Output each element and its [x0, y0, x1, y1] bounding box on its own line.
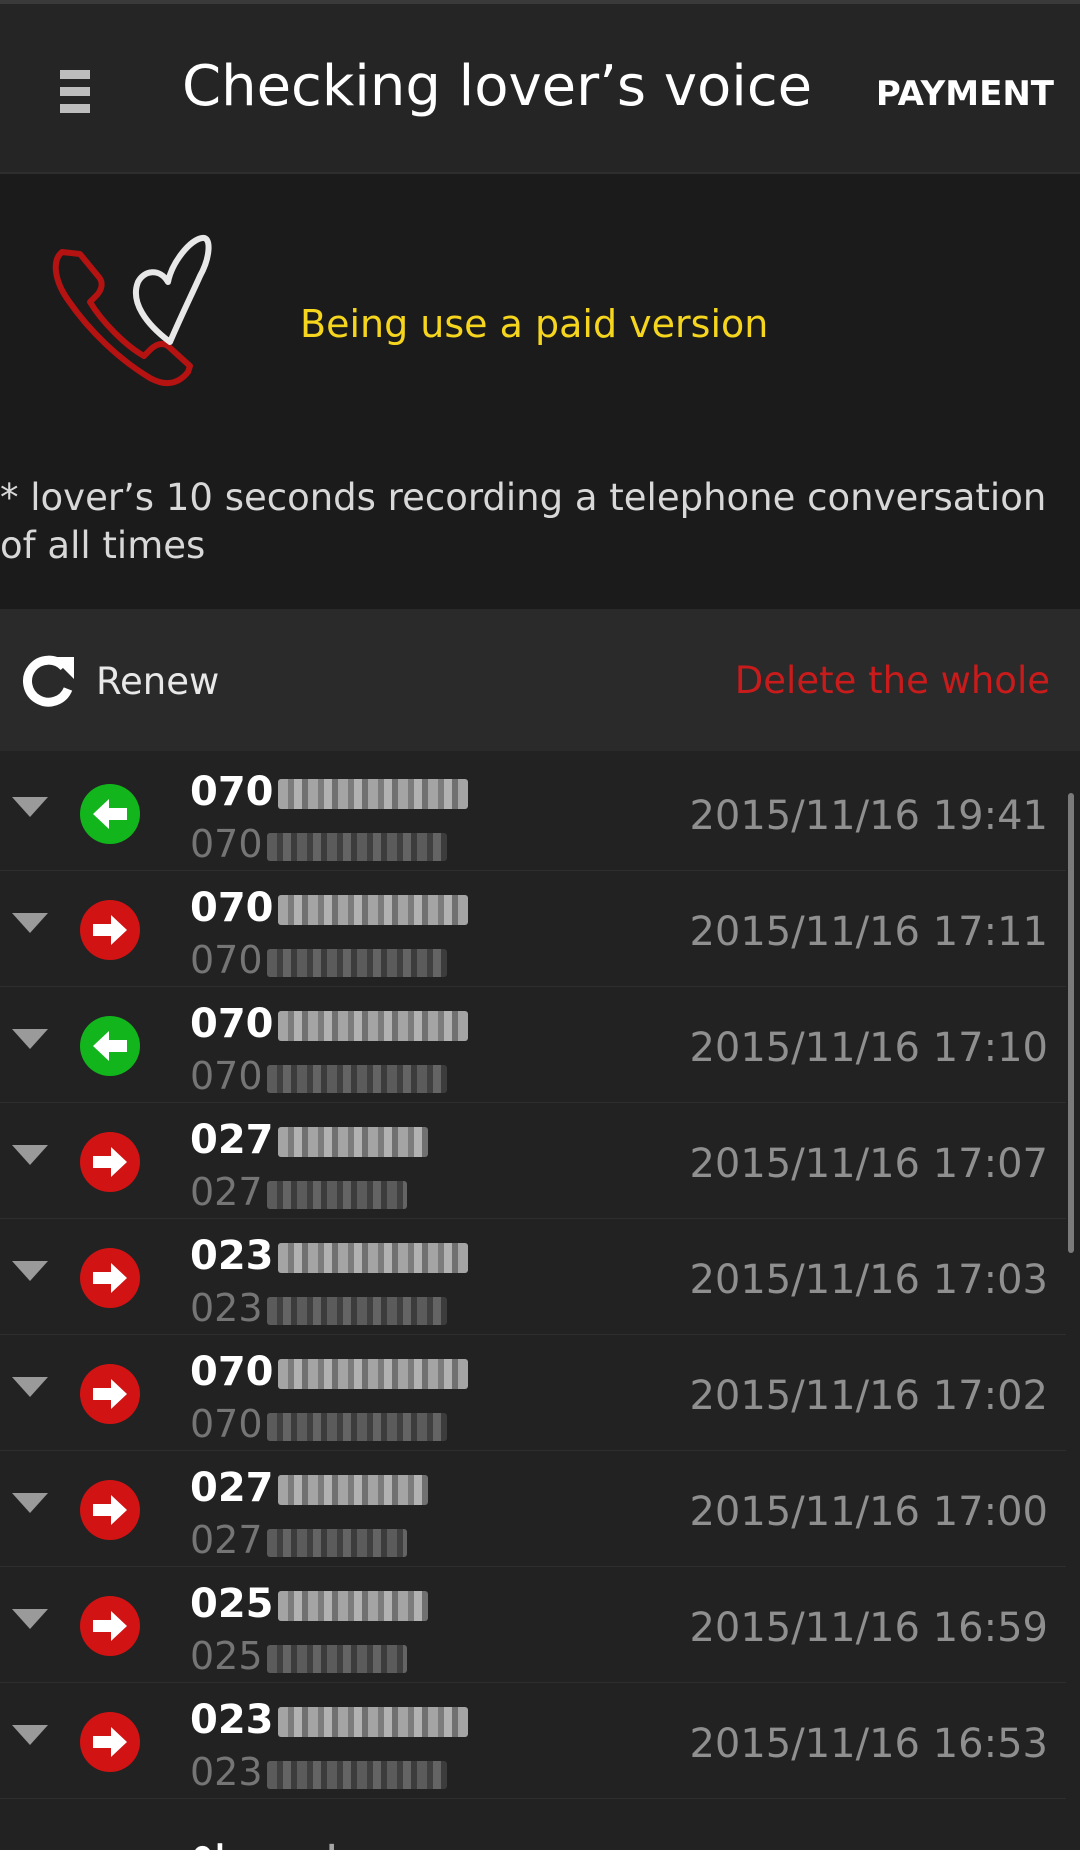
redacted-digits: [266, 1644, 407, 1673]
redacted-digits: [266, 1412, 447, 1441]
redacted-digits: [266, 1528, 407, 1557]
call-timestamp: 2015/11/16 19:41: [689, 793, 1048, 839]
call-timestamp: 2015/11/16 17:03: [689, 1257, 1048, 1303]
call-row[interactable]: 070 070 2015/11/16 17:02: [0, 1335, 1066, 1451]
call-number: 070: [190, 1001, 468, 1047]
expand-chevron-icon[interactable]: [12, 913, 48, 933]
expand-chevron-icon[interactable]: [12, 797, 48, 817]
outgoing-call-icon: [80, 1248, 140, 1308]
call-timestamp: 2015/11/16 16:53: [689, 1721, 1048, 1767]
recording-note: * lover’s 10 seconds recording a telepho…: [0, 476, 1047, 567]
call-number: 070: [190, 1349, 468, 1395]
call-timestamp: 2015/11/16 17:02: [689, 1373, 1048, 1419]
call-number-secondary: 023: [190, 1286, 447, 1330]
call-row[interactable]: 027 027 2015/11/16 17:07: [0, 1103, 1066, 1219]
redacted-digits: [266, 832, 447, 861]
redacted-digits: [266, 1296, 447, 1325]
call-timestamp: 2015/11/16 17:10: [689, 1025, 1048, 1071]
call-number-secondary: 070: [190, 1054, 447, 1098]
promo-panel: Being use a paid version * lover’s 10 se…: [0, 174, 1080, 608]
call-row[interactable]: 070 070 2015/11/16 17:10: [0, 987, 1066, 1103]
toolbar: Renew Delete the whole: [0, 609, 1080, 751]
expand-chevron-icon[interactable]: [12, 1725, 48, 1745]
incoming-call-icon: [80, 1016, 140, 1076]
call-timestamp: 2015/11/16 17:07: [689, 1141, 1048, 1187]
outgoing-call-icon: [80, 1596, 140, 1656]
redacted-digits: [277, 1475, 428, 1505]
call-number: 023: [190, 1697, 468, 1743]
call-timestamp: 2015/11/16 16:59: [689, 1605, 1048, 1651]
hamburger-menu-icon[interactable]: [60, 70, 90, 116]
list-scrollbar[interactable]: [1068, 793, 1074, 1253]
call-row[interactable]: 070 070 2015/11/16 17:11: [0, 871, 1066, 987]
call-row[interactable]: 023 023 2015/11/16 17:03: [0, 1219, 1066, 1335]
redacted-digits: [277, 895, 468, 925]
call-number-secondary: 027: [190, 1170, 407, 1214]
redacted-digits: [277, 1359, 468, 1389]
payment-button[interactable]: PAYMENT: [876, 74, 1054, 114]
redacted-digits: [277, 1011, 468, 1041]
call-number-secondary: 025: [190, 1634, 407, 1678]
outgoing-call-icon: [80, 1480, 140, 1540]
redacted-digits: [277, 1127, 428, 1157]
page-title: Checking lover’s voice: [182, 54, 813, 119]
call-row[interactable]: 027 027 2015/11/16 17:00: [0, 1451, 1066, 1567]
call-number-secondary: 070: [190, 822, 447, 866]
redacted-digits: [266, 948, 447, 977]
call-number: 023: [190, 1233, 468, 1279]
redacted-digits: [277, 1707, 468, 1737]
call-row[interactable]: 025 025 2015/11/16 16:59: [0, 1567, 1066, 1683]
outgoing-call-icon: [80, 900, 140, 960]
call-number: 070: [190, 885, 468, 931]
expand-chevron-icon[interactable]: [12, 1493, 48, 1513]
app-header: Checking lover’s voice PAYMENT: [0, 4, 1080, 174]
call-number: 027: [190, 1117, 428, 1163]
renew-button[interactable]: Renew: [20, 653, 219, 709]
call-timestamp: 2015/11/16 17:11: [689, 909, 1048, 955]
call-number: 070: [190, 769, 468, 815]
redacted-digits: [266, 1180, 407, 1209]
redacted-digits: [277, 779, 468, 809]
partial-list-item: 이ㅁ ㅇㅏ: [190, 1831, 351, 1850]
incoming-call-icon: [80, 784, 140, 844]
outgoing-call-icon: [80, 1712, 140, 1772]
expand-chevron-icon[interactable]: [12, 1261, 48, 1281]
call-timestamp: 2015/11/16 17:00: [689, 1489, 1048, 1535]
call-list: 이ㅁ ㅇㅏ 070 070 2015/11/16 19:41 070 070 2015/1…: [0, 751, 1080, 1850]
redacted-digits: [266, 1760, 447, 1789]
call-number-secondary: 023: [190, 1750, 447, 1794]
call-row[interactable]: 023 023 2015/11/16 16:53: [0, 1683, 1066, 1799]
outgoing-call-icon: [80, 1132, 140, 1192]
call-number-secondary: 070: [190, 938, 447, 982]
expand-chevron-icon[interactable]: [12, 1609, 48, 1629]
redacted-digits: [277, 1243, 468, 1273]
redacted-digits: [266, 1064, 447, 1093]
call-number-secondary: 027: [190, 1518, 407, 1562]
call-number: 025: [190, 1581, 428, 1627]
expand-chevron-icon[interactable]: [12, 1145, 48, 1165]
outgoing-call-icon: [80, 1364, 140, 1424]
refresh-icon: [23, 655, 74, 707]
expand-chevron-icon[interactable]: [12, 1029, 48, 1049]
renew-label: Renew: [96, 659, 220, 703]
paid-status-text: Being use a paid version: [300, 302, 769, 346]
call-number: 027: [190, 1465, 428, 1511]
delete-all-button[interactable]: Delete the whole: [735, 659, 1050, 702]
phone-heart-icon: [52, 235, 212, 387]
call-number-secondary: 070: [190, 1402, 447, 1446]
expand-chevron-icon[interactable]: [12, 1377, 48, 1397]
redacted-digits: [277, 1591, 428, 1621]
call-row[interactable]: 070 070 2015/11/16 19:41: [0, 755, 1066, 871]
